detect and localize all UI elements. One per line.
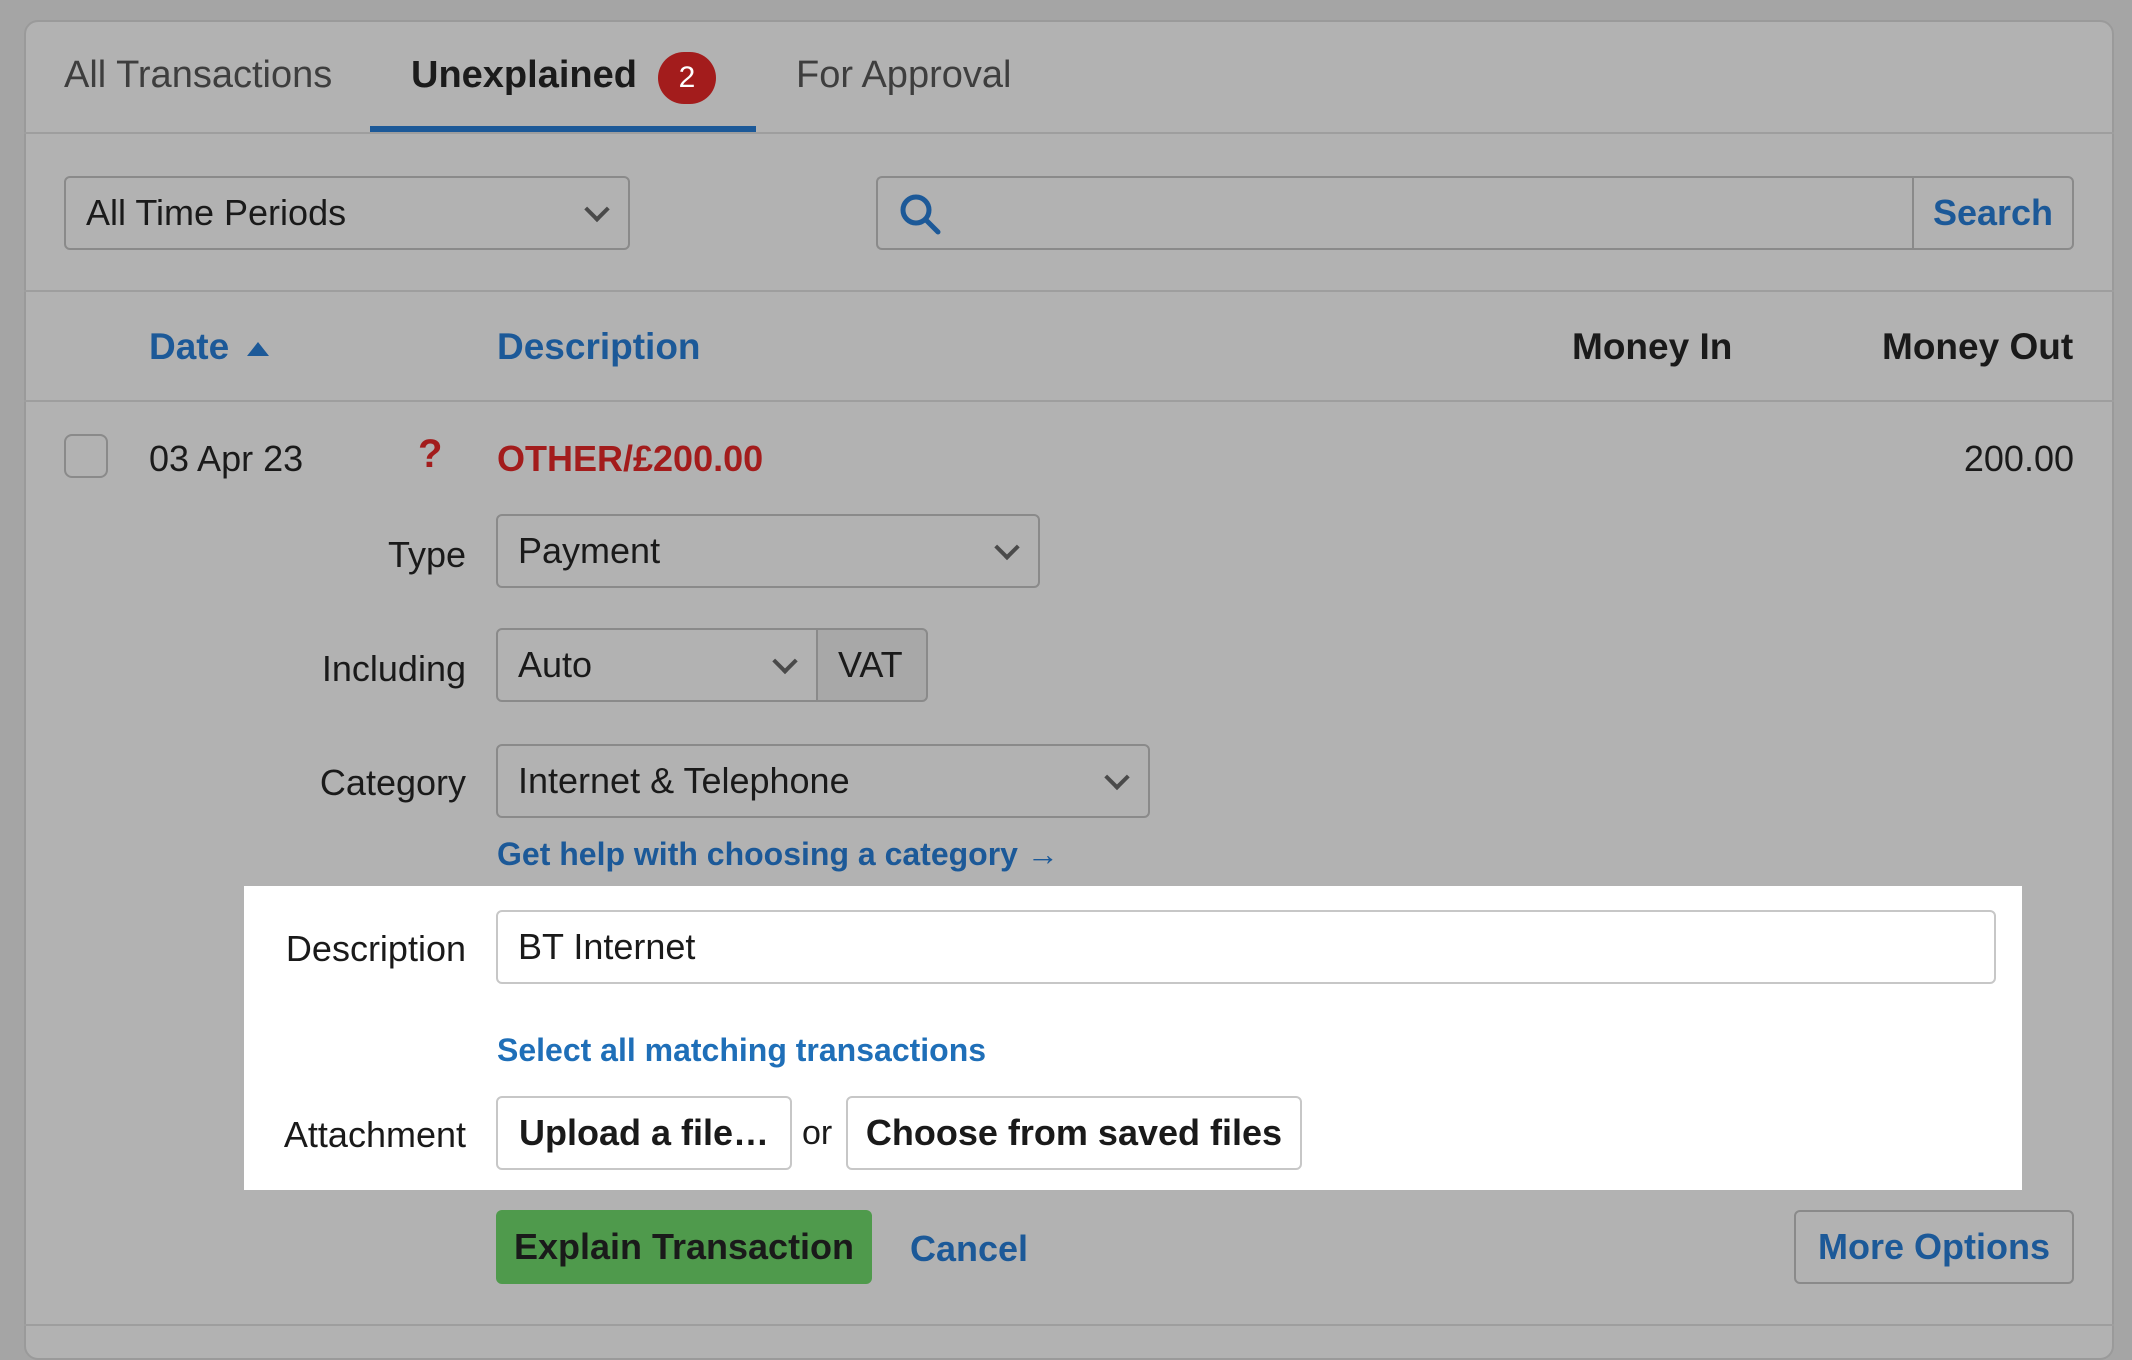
transaction-description[interactable]: OTHER/£200.00 [497, 438, 763, 480]
transaction-checkbox[interactable] [64, 434, 108, 478]
type-value: Payment [518, 530, 661, 571]
row-divider [24, 1324, 2114, 1326]
cancel-link[interactable]: Cancel [910, 1228, 1028, 1270]
category-label: Category [319, 762, 466, 803]
tab-for-approval[interactable]: For Approval [796, 54, 1011, 97]
category-value: Internet & Telephone [518, 760, 850, 801]
time-period-select[interactable]: All Time Periods [64, 176, 630, 250]
header-divider [24, 400, 2114, 402]
vat-addon: VAT [816, 628, 928, 702]
chevron-down-icon [994, 534, 1020, 561]
vat-label: VAT [838, 644, 903, 685]
including-value: Auto [518, 644, 593, 685]
search-button[interactable]: Search [1912, 176, 2074, 250]
unexplained-question-icon: ? [418, 432, 443, 476]
choose-saved-files-button[interactable]: Choose from saved files [846, 1096, 1302, 1170]
description-column-header[interactable]: Description [497, 326, 701, 368]
tab-all-transactions[interactable]: All Transactions [64, 54, 332, 97]
upload-file-button[interactable]: Upload a file… [496, 1096, 792, 1170]
chevron-down-icon [1104, 764, 1130, 791]
select-matching-link[interactable]: Select all matching transactions [497, 1032, 986, 1069]
date-header-label: Date [149, 326, 230, 367]
description-input[interactable]: BT Internet [496, 910, 1996, 984]
type-select[interactable]: Payment [496, 514, 1040, 588]
including-label: Including [321, 648, 466, 689]
including-select[interactable]: Auto [496, 628, 818, 702]
more-options-button[interactable]: More Options [1794, 1210, 2074, 1284]
transaction-date: 03 Apr 23 [149, 438, 304, 479]
attachment-label: Attachment [283, 1114, 466, 1155]
transaction-money-out: 200.00 [1963, 438, 2074, 479]
money-out-column-header: Money Out [1882, 326, 2074, 367]
explain-transaction-button[interactable]: Explain Transaction [496, 1210, 872, 1284]
filters-divider [24, 290, 2114, 292]
tabs-divider [24, 132, 2114, 134]
or-text: or [802, 1114, 833, 1152]
search-icon [900, 194, 941, 235]
chevron-down-icon [772, 648, 798, 675]
category-help-link[interactable]: Get help with choosing a category → [497, 836, 1059, 873]
search-input[interactable] [876, 176, 1914, 250]
category-select[interactable]: Internet & Telephone [496, 744, 1150, 818]
sort-ascending-icon [247, 342, 270, 357]
unexplained-count-badge: 2 [658, 52, 716, 104]
chevron-down-icon [584, 196, 610, 223]
description-input-value: BT Internet [518, 926, 696, 967]
time-period-value: All Time Periods [86, 192, 347, 233]
tab-unexplained[interactable]: Unexplained [411, 54, 637, 97]
description-label: Description [285, 928, 466, 969]
money-in-column-header: Money In [1572, 326, 1733, 367]
type-label: Type [387, 534, 466, 575]
date-column-header[interactable]: Date [149, 326, 271, 368]
